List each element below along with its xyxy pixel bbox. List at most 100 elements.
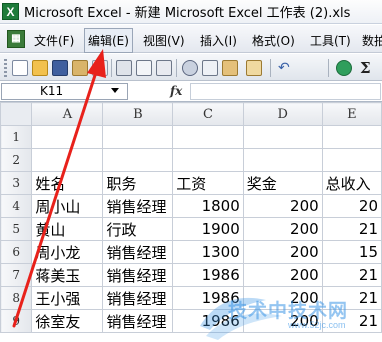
name-box[interactable]: K11 — [1, 83, 128, 100]
cell-e8[interactable]: 21 — [321, 286, 382, 310]
cell-c4[interactable]: 1800 — [172, 194, 244, 218]
cell-e3[interactable]: 总收入 — [321, 171, 382, 195]
toolbar-separator — [328, 59, 329, 77]
menu-view[interactable]: 视图(V) — [143, 28, 185, 53]
row-header[interactable]: 7 — [0, 263, 33, 287]
hyperlink-icon[interactable] — [336, 60, 352, 76]
cut-icon[interactable] — [182, 60, 198, 76]
cell-a3[interactable]: 姓名 — [31, 171, 104, 195]
copy-icon[interactable] — [202, 60, 218, 76]
menu-edit[interactable]: 编辑(E) — [84, 28, 133, 53]
cell-c5[interactable]: 1900 — [172, 217, 244, 241]
cell-d7[interactable]: 200 — [242, 263, 323, 287]
email-icon[interactable] — [92, 60, 108, 76]
permission-icon[interactable] — [72, 60, 88, 76]
menu-data[interactable]: 数拍 — [362, 28, 382, 53]
spelling-icon[interactable] — [156, 60, 172, 76]
print-icon[interactable] — [116, 60, 132, 76]
cell-c9[interactable]: 1986 — [172, 309, 244, 333]
cell-e7[interactable]: 21 — [321, 263, 382, 287]
cell-d1[interactable] — [242, 125, 323, 149]
cell-e4[interactable]: 20 — [321, 194, 382, 218]
table-row: 4 周小山 销售经理 1800 200 20 — [0, 194, 382, 218]
toolbar-separator — [270, 59, 271, 77]
menu-format[interactable]: 格式(O) — [252, 28, 295, 53]
table-row: 5 黄山 行政 1900 200 21 — [0, 217, 382, 241]
open-icon[interactable] — [32, 60, 48, 76]
table-row: 7 蒋美玉 销售经理 1986 200 21 — [0, 263, 382, 287]
cell-b1[interactable] — [102, 125, 174, 149]
excel-app-icon[interactable]: X — [2, 3, 19, 20]
column-header-e[interactable]: E — [321, 102, 382, 126]
name-box-dropdown-icon[interactable] — [111, 88, 119, 93]
cell-d6[interactable]: 200 — [242, 240, 323, 264]
row-header[interactable]: 2 — [0, 148, 33, 172]
new-icon[interactable] — [12, 60, 28, 76]
row-header[interactable]: 9 — [0, 309, 33, 333]
format-painter-icon[interactable] — [246, 60, 262, 76]
cell-c2[interactable] — [172, 148, 244, 172]
cell-e5[interactable]: 21 — [321, 217, 382, 241]
cell-e2[interactable] — [321, 148, 382, 172]
toolbar-separator — [111, 59, 112, 77]
cell-d9[interactable]: 200 — [242, 309, 323, 333]
cell-b3[interactable]: 职务 — [102, 171, 174, 195]
cell-d4[interactable]: 200 — [242, 194, 323, 218]
cell-d3[interactable]: 奖金 — [242, 171, 323, 195]
menu-file[interactable]: 文件(F) — [34, 28, 74, 53]
cell-a7[interactable]: 蒋美玉 — [31, 263, 104, 287]
cell-b5[interactable]: 行政 — [102, 217, 174, 241]
cell-e6[interactable]: 15 — [321, 240, 382, 264]
row-header[interactable]: 1 — [0, 125, 33, 149]
row-header[interactable]: 5 — [0, 217, 33, 241]
cell-a8[interactable]: 王小强 — [31, 286, 104, 310]
cell-c7[interactable]: 1986 — [172, 263, 244, 287]
cell-d8[interactable]: 200 — [242, 286, 323, 310]
column-header-d[interactable]: D — [242, 102, 323, 126]
cell-b4[interactable]: 销售经理 — [102, 194, 174, 218]
autosum-icon[interactable]: Σ — [360, 60, 376, 76]
fx-icon[interactable]: fx — [170, 84, 182, 98]
save-icon[interactable] — [52, 60, 68, 76]
cell-b6[interactable]: 销售经理 — [102, 240, 174, 264]
row-header[interactable]: 6 — [0, 240, 33, 264]
toolbar-grip[interactable] — [4, 59, 7, 77]
row-header[interactable]: 4 — [0, 194, 33, 218]
cell-e9[interactable]: 21 — [321, 309, 382, 333]
menu-tools[interactable]: 工具(T) — [310, 28, 351, 53]
cell-d5[interactable]: 200 — [242, 217, 323, 241]
paste-icon[interactable] — [222, 60, 238, 76]
cell-c6[interactable]: 1300 — [172, 240, 244, 264]
cell-a6[interactable]: 周小龙 — [31, 240, 104, 264]
table-row: 1 — [0, 125, 382, 149]
cell-d2[interactable] — [242, 148, 323, 172]
column-header-b[interactable]: B — [102, 102, 174, 126]
cell-e1[interactable] — [321, 125, 382, 149]
cell-a1[interactable] — [31, 125, 104, 149]
window-title: Microsoft Excel - 新建 Microsoft Excel 工作表… — [24, 6, 351, 21]
select-all-corner[interactable] — [0, 102, 33, 126]
cell-a5[interactable]: 黄山 — [31, 217, 104, 241]
cell-b7[interactable]: 销售经理 — [102, 263, 174, 287]
print-preview-icon[interactable] — [136, 60, 152, 76]
cell-b8[interactable]: 销售经理 — [102, 286, 174, 310]
table-row: 3 姓名 职务 工资 奖金 总收入 — [0, 171, 382, 195]
cell-b9[interactable]: 销售经理 — [102, 309, 174, 333]
cell-c3[interactable]: 工资 — [172, 171, 244, 195]
cell-c8[interactable]: 1986 — [172, 286, 244, 310]
cell-a4[interactable]: 周小山 — [31, 194, 104, 218]
table-row: 8 王小强 销售经理 1986 200 21 — [0, 286, 382, 310]
cell-a9[interactable]: 徐室友 — [31, 309, 104, 333]
row-header[interactable]: 8 — [0, 286, 33, 310]
column-header-a[interactable]: A — [31, 102, 104, 126]
menu-insert[interactable]: 插入(I) — [200, 28, 237, 53]
row-header[interactable]: 3 — [0, 171, 33, 195]
table-row: 6 周小龙 销售经理 1300 200 15 — [0, 240, 382, 264]
workbook-icon[interactable]: ▦ — [7, 29, 25, 48]
cell-b2[interactable] — [102, 148, 174, 172]
cell-c1[interactable] — [172, 125, 244, 149]
undo-icon[interactable]: ↶ — [278, 60, 294, 76]
formula-input[interactable] — [190, 83, 381, 100]
cell-a2[interactable] — [31, 148, 104, 172]
column-header-c[interactable]: C — [172, 102, 244, 126]
